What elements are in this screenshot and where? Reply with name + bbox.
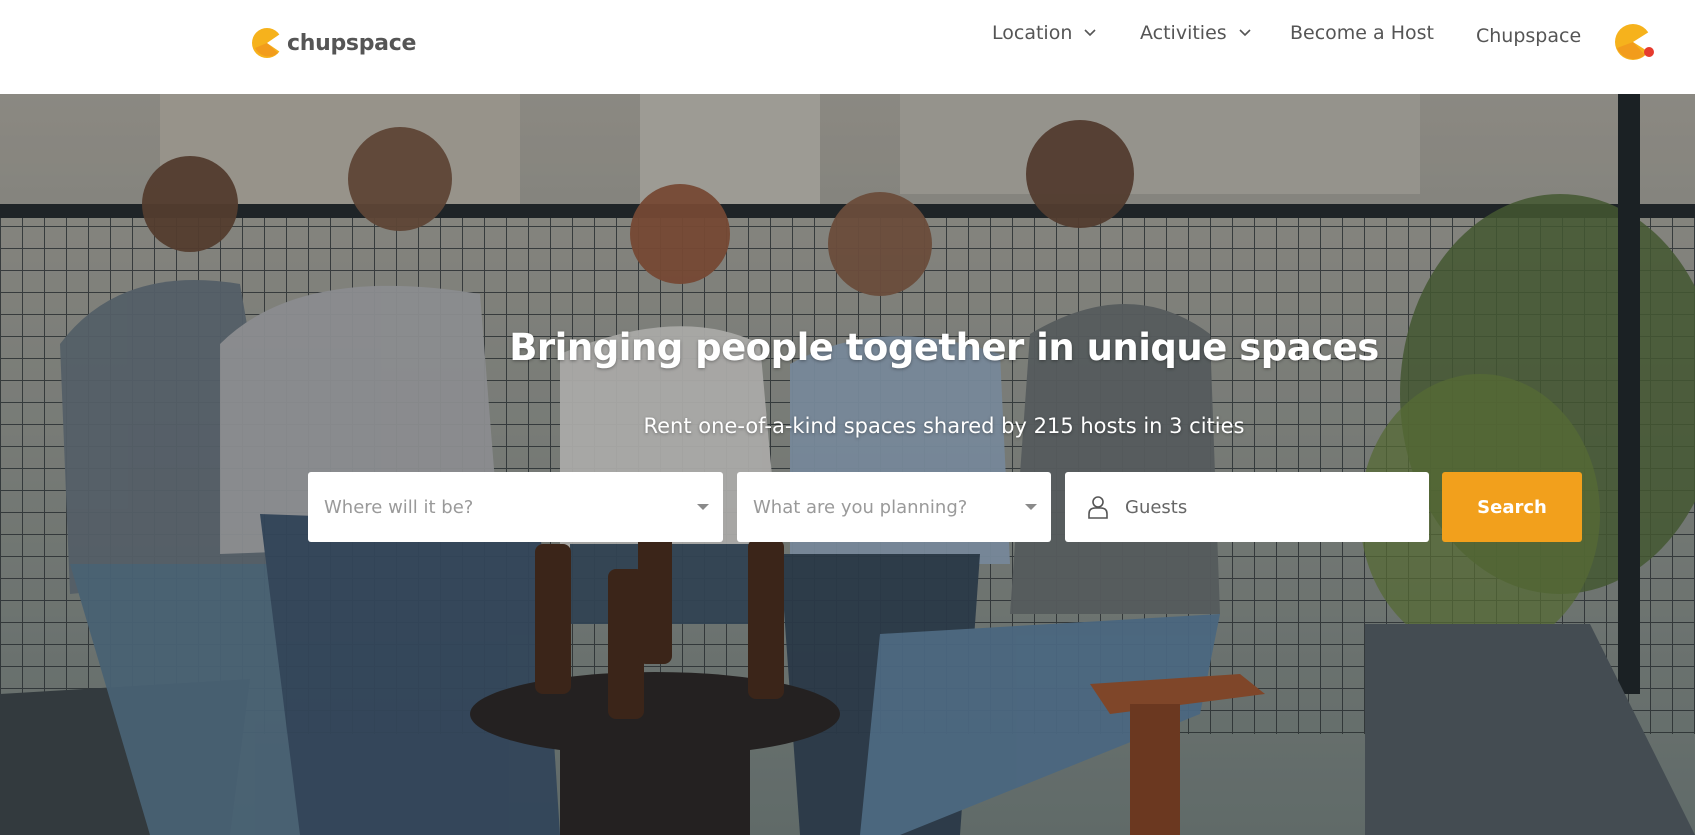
nav-location-label: Location xyxy=(992,22,1073,44)
hero-subtitle: Rent one-of-a-kind spaces shared by 215 … xyxy=(643,414,1245,438)
chupspace-logo-icon xyxy=(252,28,283,58)
caret-down-icon xyxy=(1025,504,1037,510)
hero-section: Bringing people together in unique space… xyxy=(0,94,1695,835)
activity-select[interactable]: What are you planning? xyxy=(737,472,1051,542)
person-icon xyxy=(1088,496,1108,519)
nav-become-a-host[interactable]: Become a Host xyxy=(1290,22,1434,44)
activity-select-placeholder: What are you planning? xyxy=(753,496,968,518)
guests-field[interactable] xyxy=(1065,472,1429,542)
user-avatar-icon[interactable] xyxy=(1614,22,1654,62)
hero-overlay xyxy=(0,94,1695,835)
nav-chupspace-label: Chupspace xyxy=(1476,25,1582,47)
nav-activities[interactable]: Activities xyxy=(1140,22,1251,44)
brand-name: chupspace xyxy=(287,30,417,56)
site-header: chupspace Location Activities Become a H… xyxy=(0,0,1695,94)
nav-location[interactable]: Location xyxy=(992,22,1096,44)
nav-become-a-host-label: Become a Host xyxy=(1290,22,1434,44)
nav-activities-label: Activities xyxy=(1140,22,1227,44)
nav-chupspace[interactable]: Chupspace xyxy=(1476,25,1581,47)
search-button[interactable]: Search xyxy=(1442,472,1582,542)
guests-input[interactable] xyxy=(1125,496,1405,518)
chevron-down-icon xyxy=(1239,29,1251,37)
location-select-placeholder: Where will it be? xyxy=(324,496,474,518)
caret-down-icon xyxy=(697,504,709,510)
brand-logo[interactable]: chupspace xyxy=(250,26,416,60)
location-select[interactable]: Where will it be? xyxy=(308,472,723,542)
hero-title: Bringing people together in unique space… xyxy=(509,326,1379,369)
chevron-down-icon xyxy=(1084,29,1096,37)
